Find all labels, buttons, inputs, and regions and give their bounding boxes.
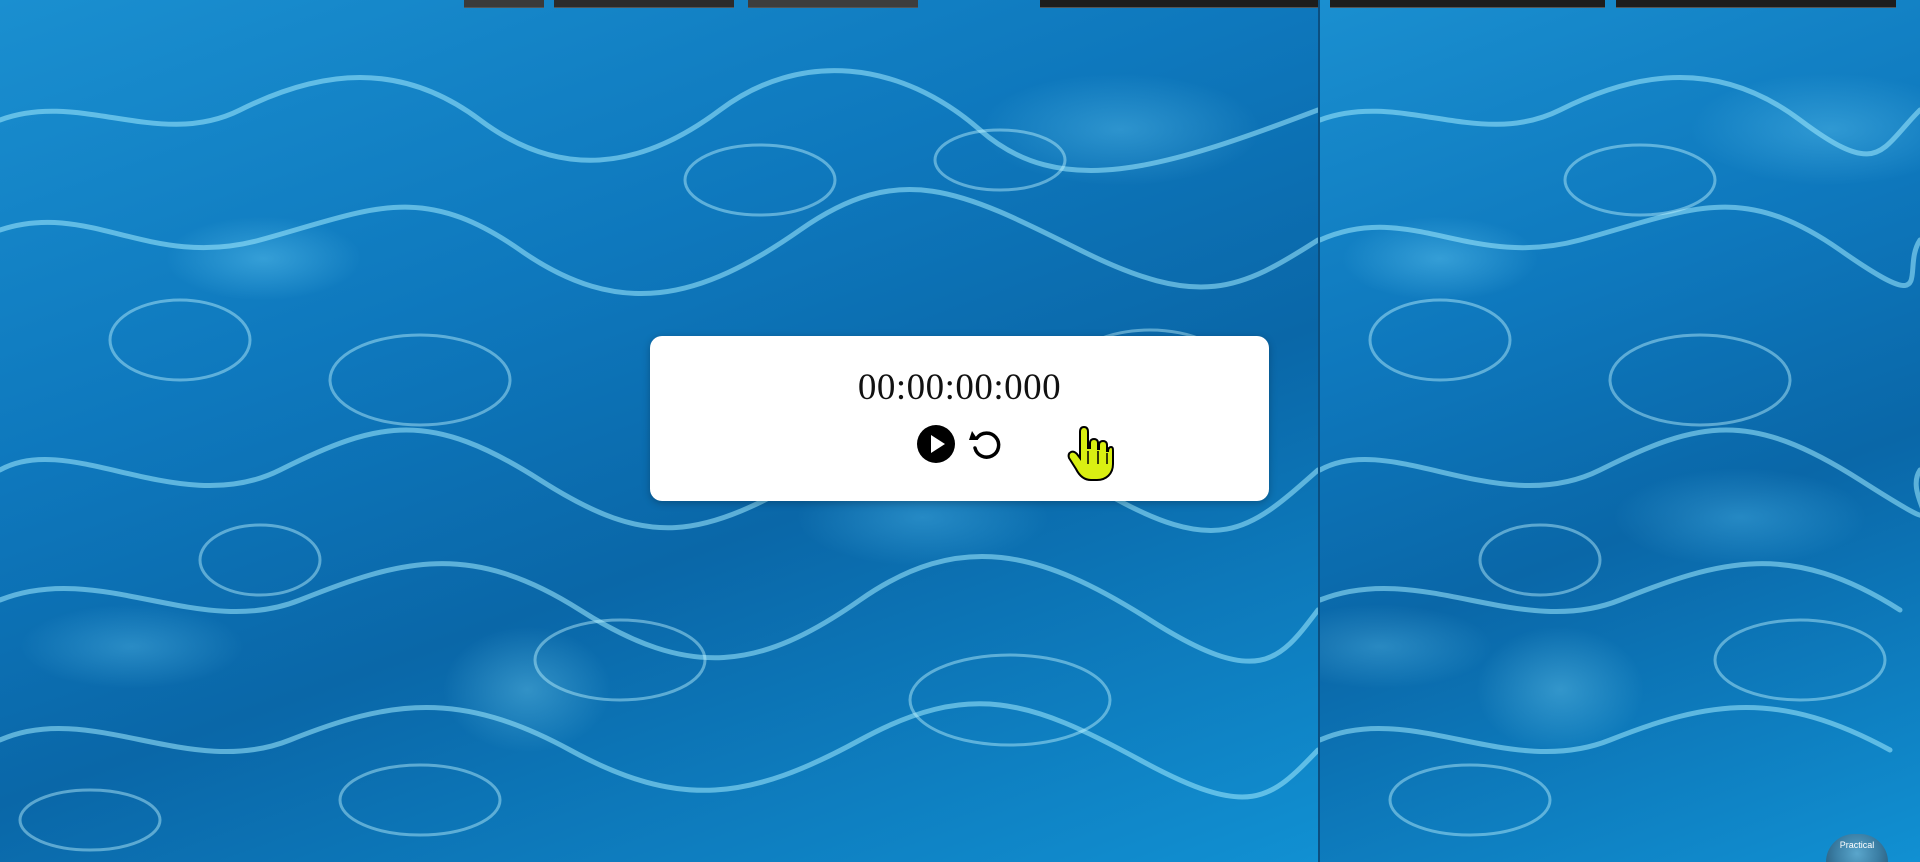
play-circle-icon bbox=[917, 425, 955, 463]
reset-button[interactable] bbox=[965, 423, 1007, 465]
time-display: 00:00:00:000 bbox=[857, 367, 1062, 408]
video-stage: 00:00:00:000 Practical bbox=[0, 0, 1920, 862]
reset-rotate-icon bbox=[969, 431, 1001, 459]
top-thumbnail-strip bbox=[1616, 0, 1896, 8]
top-thumbnail-strip bbox=[1330, 0, 1605, 8]
top-thumbnail-strip bbox=[464, 0, 544, 8]
top-thumbnail-strip bbox=[748, 0, 918, 8]
water-caustics-right bbox=[1320, 75, 1920, 837]
top-thumbnail-strip bbox=[554, 0, 734, 8]
channel-logo-text: Practical bbox=[1839, 840, 1875, 850]
play-button[interactable] bbox=[915, 423, 957, 465]
water-background-right bbox=[1320, 0, 1920, 862]
top-thumbnail-strip bbox=[1040, 0, 1318, 8]
split-divider bbox=[1318, 0, 1320, 862]
stopwatch-card: 00:00:00:000 bbox=[650, 336, 1269, 501]
stopwatch-controls bbox=[915, 423, 1007, 465]
